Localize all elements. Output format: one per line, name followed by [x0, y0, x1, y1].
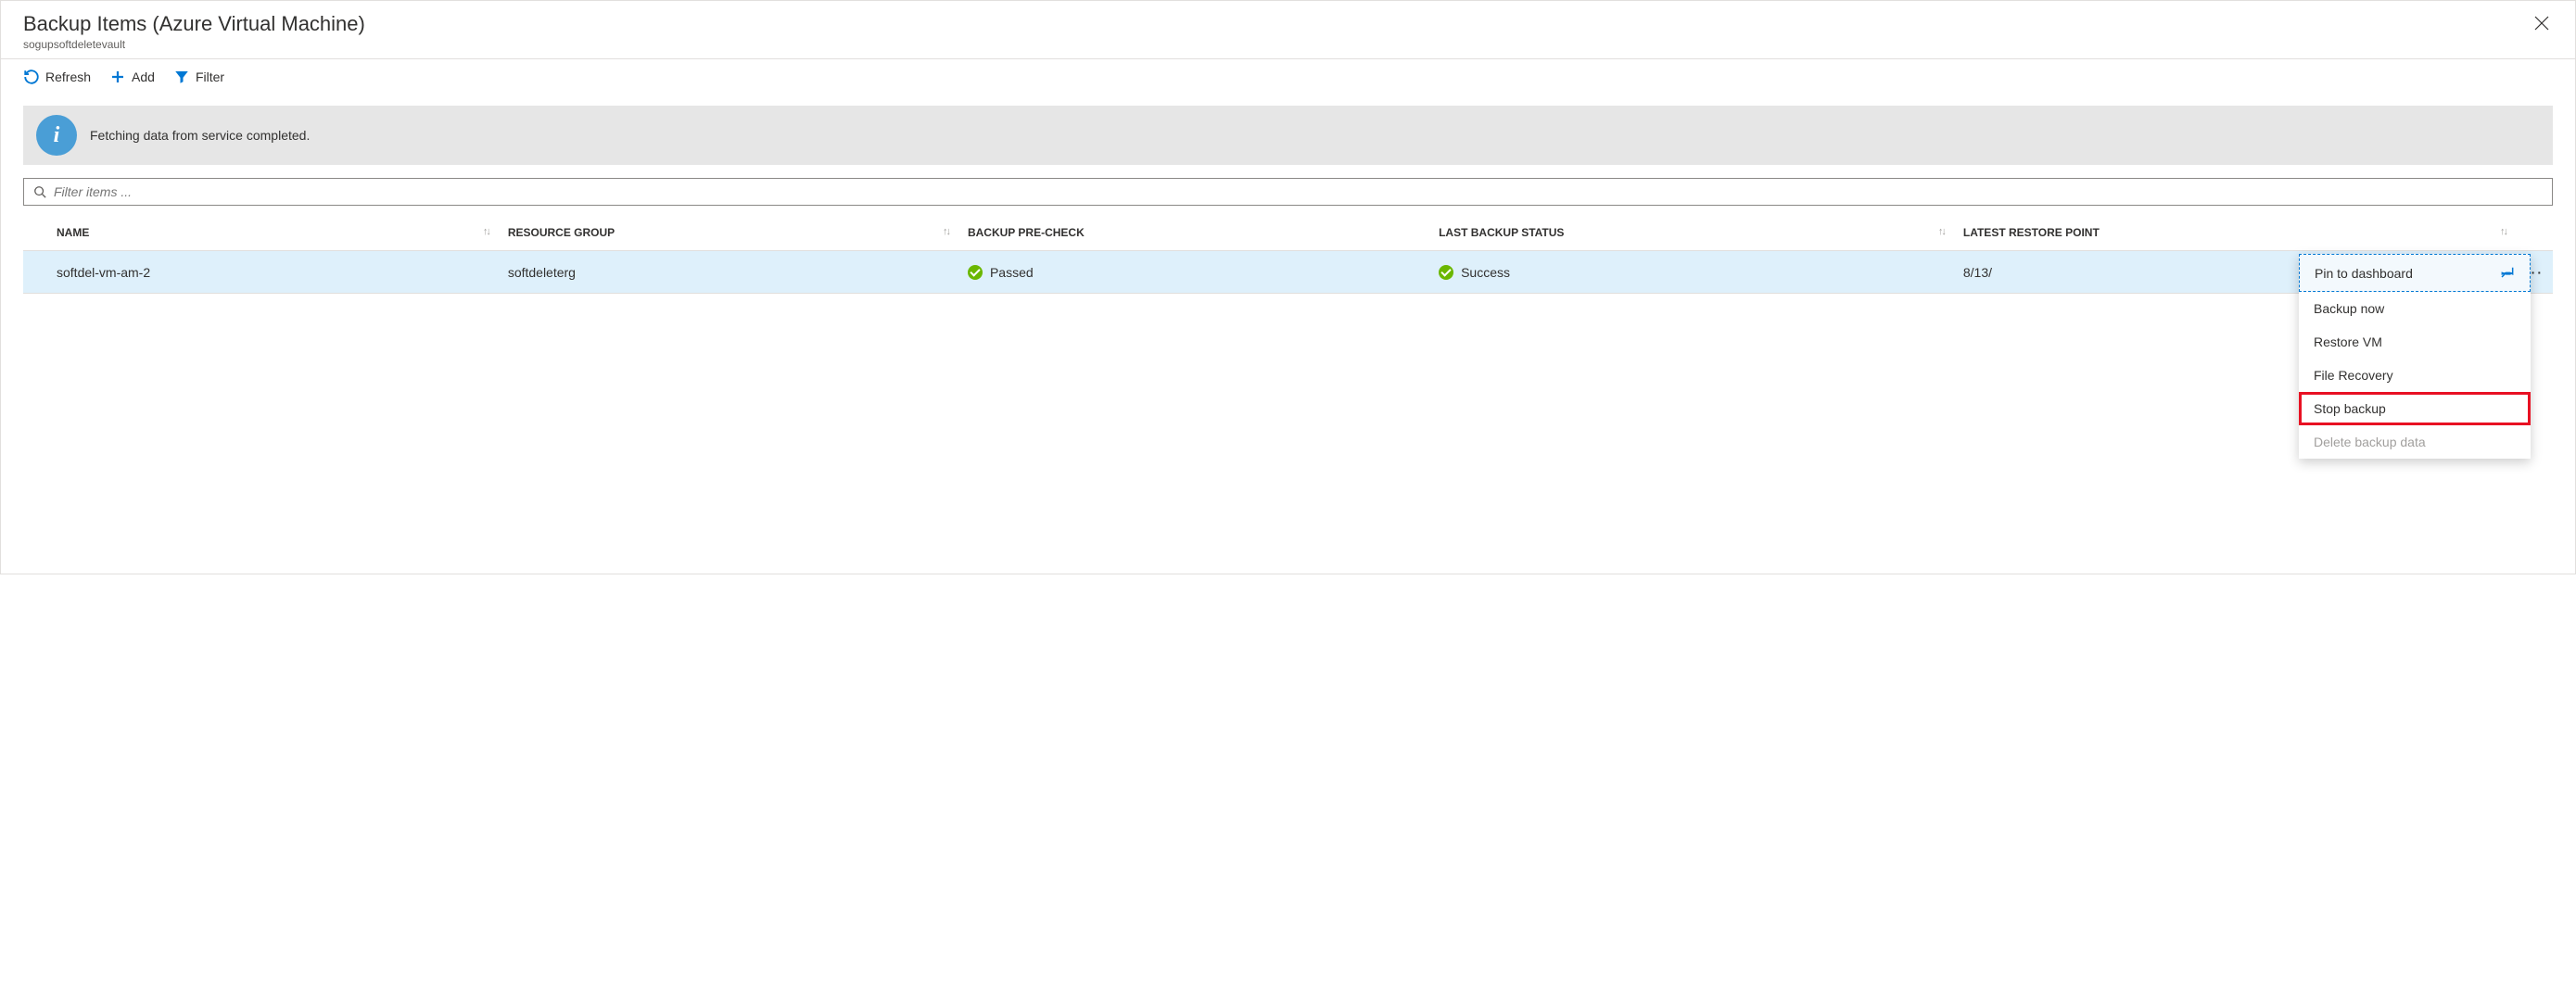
sort-icon: ↑↓ — [483, 226, 489, 237]
toolbar: Refresh Add Filter — [1, 59, 2575, 95]
page-subtitle: sogupsoftdeletevault — [23, 38, 365, 51]
content-area: i Fetching data from service completed. … — [1, 95, 2575, 305]
cell-last-status: Success — [1429, 251, 1954, 294]
col-restore-point[interactable]: Latest Restore Point↑↓ — [1954, 215, 2516, 251]
filter-input[interactable] — [54, 184, 2543, 199]
menu-backup-now[interactable]: Backup now — [2299, 292, 2531, 325]
menu-stop-backup[interactable]: Stop backup — [2299, 392, 2531, 425]
info-message: Fetching data from service completed. — [90, 128, 310, 143]
col-last-status[interactable]: Last Backup Status↑↓ — [1429, 215, 1954, 251]
refresh-button[interactable]: Refresh — [23, 69, 91, 85]
info-icon: i — [36, 115, 77, 156]
menu-restore-vm[interactable]: Restore VM — [2299, 325, 2531, 359]
sort-icon: ↑↓ — [1938, 226, 1945, 237]
search-icon — [33, 185, 46, 198]
menu-delete-backup-data: Delete backup data — [2299, 425, 2531, 459]
col-resource-group[interactable]: Resource Group↑↓ — [499, 215, 958, 251]
pin-icon — [2500, 264, 2515, 282]
col-name[interactable]: Name↑↓ — [23, 215, 499, 251]
success-icon — [1439, 265, 1453, 280]
backup-items-blade: Backup Items (Azure Virtual Machine) sog… — [0, 0, 2576, 574]
table-row[interactable]: softdel-vm-am-2 softdeleterg Passed Succ… — [23, 251, 2553, 294]
close-button[interactable] — [2531, 12, 2553, 38]
close-icon — [2534, 16, 2549, 31]
cell-resource-group: softdeleterg — [499, 251, 958, 294]
sort-icon: ↑↓ — [2500, 226, 2506, 237]
backup-items-table: Name↑↓ Resource Group↑↓ Backup Pre-Check… — [23, 215, 2553, 294]
info-bar: i Fetching data from service completed. — [23, 106, 2553, 165]
menu-pin-to-dashboard[interactable]: Pin to dashboard — [2299, 254, 2531, 292]
menu-file-recovery[interactable]: File Recovery — [2299, 359, 2531, 392]
add-label: Add — [132, 69, 155, 84]
filter-label: Filter — [196, 69, 224, 84]
refresh-icon — [23, 69, 40, 85]
cell-precheck: Passed — [958, 251, 1429, 294]
filter-icon — [173, 69, 190, 85]
context-menu: Pin to dashboard Backup now Restore VM F… — [2299, 254, 2531, 459]
success-icon — [968, 265, 983, 280]
sort-icon: ↑↓ — [943, 226, 949, 237]
page-title: Backup Items (Azure Virtual Machine) — [23, 12, 365, 36]
refresh-label: Refresh — [45, 69, 91, 84]
add-button[interactable]: Add — [109, 69, 155, 85]
plus-icon — [109, 69, 126, 85]
filter-box[interactable] — [23, 178, 2553, 206]
blade-header: Backup Items (Azure Virtual Machine) sog… — [1, 1, 2575, 59]
cell-name: softdel-vm-am-2 — [23, 251, 499, 294]
col-precheck[interactable]: Backup Pre-Check — [958, 215, 1429, 251]
filter-button[interactable]: Filter — [173, 69, 224, 85]
